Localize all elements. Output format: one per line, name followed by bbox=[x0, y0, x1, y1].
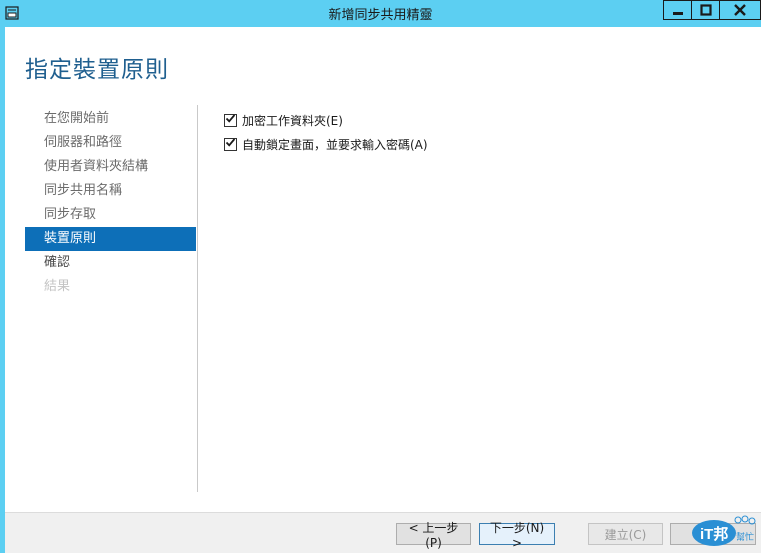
wizard-step-nav: 在您開始前 伺服器和路徑 使用者資料夾結構 同步共用名稱 同步存取 裝置原則 確… bbox=[25, 107, 196, 299]
nav-step-results: 結果 bbox=[25, 275, 196, 299]
nav-step-label: 使用者資料夾結構 bbox=[44, 159, 149, 174]
nav-step-label: 確認 bbox=[44, 255, 71, 270]
checkmark-icon bbox=[225, 113, 236, 127]
maximize-icon bbox=[699, 1, 712, 20]
maximize-button[interactable] bbox=[691, 0, 720, 20]
watermark-tag-text: 幫忙 bbox=[736, 531, 754, 542]
nav-step-device-policies[interactable]: 裝置原則 bbox=[25, 227, 196, 251]
close-button[interactable] bbox=[719, 0, 761, 20]
nav-step-label: 在您開始前 bbox=[44, 111, 110, 126]
auto-lock-screen-label: 自動鎖定畫面，並要求輸入密碼(A) bbox=[242, 137, 428, 152]
nav-step-label: 同步共用名稱 bbox=[44, 183, 123, 198]
encrypt-work-folders-option[interactable]: 加密工作資料夾(E) bbox=[224, 108, 428, 132]
title-bar[interactable]: 新增同步共用精靈 bbox=[0, 0, 761, 27]
nav-step-sync-share-name[interactable]: 同步共用名稱 bbox=[25, 179, 196, 203]
nav-step-sync-access[interactable]: 同步存取 bbox=[25, 203, 196, 227]
encrypt-work-folders-checkbox[interactable] bbox=[224, 113, 237, 127]
device-policy-options: 加密工作資料夾(E) 自動鎖定畫面，並要求輸入密碼(A) bbox=[224, 108, 428, 156]
nav-step-confirmation[interactable]: 確認 bbox=[25, 251, 196, 275]
auto-lock-screen-checkbox[interactable] bbox=[224, 137, 237, 151]
previous-button[interactable]: < 上一步(P) bbox=[396, 521, 471, 550]
nav-step-label: 伺服器和路徑 bbox=[44, 135, 123, 150]
create-button: 建立(C) bbox=[588, 523, 663, 545]
nav-step-label: 裝置原則 bbox=[44, 231, 97, 246]
watermark-brand-text: iT邦 bbox=[700, 525, 728, 543]
nav-step-label: 同步存取 bbox=[44, 207, 97, 222]
encrypt-work-folders-label: 加密工作資料夾(E) bbox=[242, 113, 343, 128]
minimize-button[interactable] bbox=[663, 0, 692, 20]
page-title: 指定裝置原則 bbox=[25, 57, 169, 83]
nav-step-before-you-begin[interactable]: 在您開始前 bbox=[25, 107, 196, 131]
wizard-footer: < 上一步(P) 下一步(N) > 建立(C) bbox=[5, 512, 761, 553]
next-button[interactable]: 下一步(N) > bbox=[479, 521, 555, 550]
nav-step-user-folder-structure[interactable]: 使用者資料夾結構 bbox=[25, 155, 196, 179]
checkmark-icon bbox=[225, 137, 236, 151]
auto-lock-screen-option[interactable]: 自動鎖定畫面，並要求輸入密碼(A) bbox=[224, 132, 428, 156]
window-title: 新增同步共用精靈 bbox=[328, 8, 433, 23]
wizard-content: 指定裝置原則 在您開始前 伺服器和路徑 使用者資料夾結構 同步共用名稱 同步存取… bbox=[5, 27, 761, 553]
nav-step-server-and-path[interactable]: 伺服器和路徑 bbox=[25, 131, 196, 155]
wizard-window: 新增同步共用精靈 指定裝置原則 在您開始前 伺服器和路徑 使用者資料夾結構 同步… bbox=[0, 0, 761, 553]
minimize-icon bbox=[672, 1, 684, 20]
nav-step-label: 結果 bbox=[44, 279, 71, 294]
close-icon bbox=[734, 1, 746, 20]
nav-divider bbox=[197, 105, 198, 492]
ithome-watermark-logo: iT邦 幫忙 bbox=[690, 514, 756, 548]
